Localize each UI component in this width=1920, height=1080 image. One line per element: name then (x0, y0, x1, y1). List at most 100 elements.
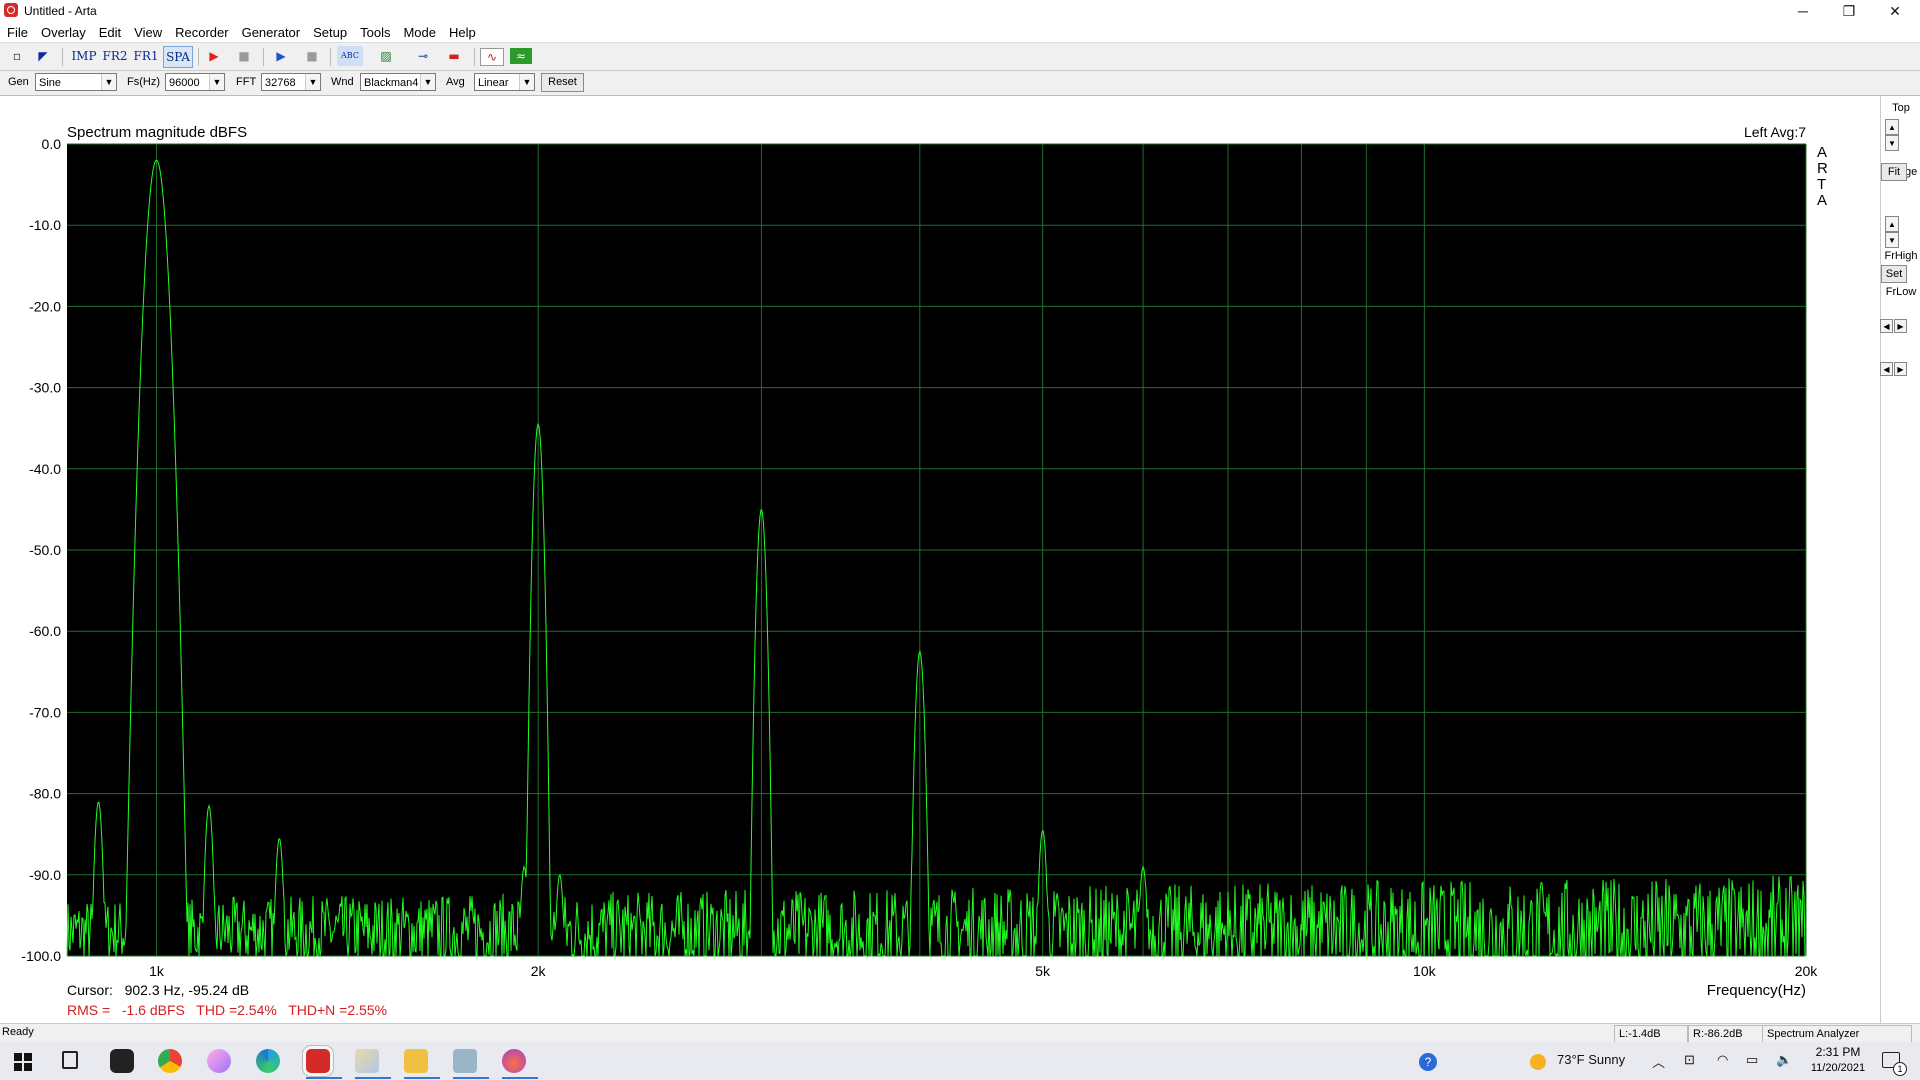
frlow-left-button[interactable]: ◀ (1880, 362, 1893, 376)
right-level: R:-86.2dB (1688, 1025, 1764, 1043)
spa-mode-button[interactable]: SPA (163, 46, 193, 68)
range-up-button[interactable]: ▲ (1885, 216, 1899, 232)
y-tick-label: -70.0 (29, 704, 61, 720)
volume-icon[interactable]: 🔈 (1776, 1052, 1792, 1068)
menu-mode[interactable]: Mode (396, 22, 442, 40)
menu-help[interactable]: Help (442, 22, 482, 40)
fs-select[interactable]: 96000 ▼ (165, 73, 225, 91)
menu-tools[interactable]: Tools (353, 22, 396, 40)
chevron-down-icon: ▼ (209, 74, 224, 90)
avg-label: Avg (446, 76, 465, 88)
chart-title: Spectrum magnitude dBFS (67, 124, 247, 141)
top-label: Top (1892, 102, 1910, 114)
menu-generator[interactable]: Generator (235, 22, 307, 40)
reset-button[interactable]: Reset (541, 73, 584, 92)
stop2-icon[interactable]: ■ (301, 46, 323, 66)
frhigh-label: FrHigh (1884, 250, 1918, 262)
restore-button[interactable]: ❐ (1826, 0, 1872, 22)
chevron-up-icon[interactable]: ︿ (1652, 1052, 1665, 1071)
chrome-icon[interactable] (158, 1049, 182, 1073)
arta-letter-r: R (1817, 160, 1828, 177)
minimize-button[interactable]: ─ (1780, 0, 1826, 22)
range-down-button[interactable]: ▼ (1885, 232, 1899, 248)
chevron-down-icon: ▼ (101, 74, 116, 90)
file-explorer-icon[interactable] (404, 1049, 428, 1073)
toolbar-separator (62, 48, 63, 66)
left-level: L:-1.4dB (1614, 1025, 1688, 1043)
top-up-button[interactable]: ▲ (1885, 119, 1899, 135)
menu-edit[interactable]: Edit (92, 22, 127, 40)
fr1-mode-button[interactable]: FR1 (132, 46, 160, 66)
menu-overlay[interactable]: Overlay (34, 22, 92, 40)
running-app-indicator (453, 1077, 489, 1079)
toolbar-separator (474, 48, 475, 66)
record-icon[interactable]: ▶ (203, 46, 225, 66)
meet-now-icon[interactable]: ⊡ (1684, 1052, 1695, 1068)
status-ready: Ready (2, 1026, 34, 1038)
gen-select[interactable]: Sine ▼ (35, 73, 117, 91)
spectrum-panel: Spectrum magnitude dBFS Left Avg:7 0.0 -1… (0, 96, 1880, 1024)
status-bar: Ready L:-1.4dB R:-86.2dB Spectrum Analyz… (0, 1023, 1920, 1043)
color-app-icon[interactable] (207, 1049, 231, 1073)
arta-taskbar-icon[interactable] (306, 1049, 330, 1073)
frhigh-right-button[interactable]: ▶ (1894, 319, 1907, 333)
battery-icon[interactable]: ▭ (1746, 1052, 1758, 1068)
menu-file[interactable]: File (0, 22, 34, 40)
x-axis-label: Frequency(Hz) (1707, 982, 1806, 999)
frlow-right-button[interactable]: ▶ (1894, 362, 1907, 376)
top-down-button[interactable]: ▼ (1885, 135, 1899, 151)
app-icon-dark[interactable] (110, 1049, 134, 1073)
edge-icon[interactable] (256, 1049, 280, 1073)
wnd-select[interactable]: Blackman4 ▼ (360, 73, 436, 91)
wnd-select-value: Blackman4 (364, 77, 419, 89)
meter-icon[interactable]: ▬ (443, 46, 465, 66)
wifi-icon[interactable]: ◠ (1717, 1052, 1728, 1068)
clock-date[interactable]: 11/20/2021 (1804, 1062, 1872, 1074)
weather-text[interactable]: 73°F Sunny (1557, 1052, 1625, 1067)
frhigh-left-button[interactable]: ◀ (1880, 319, 1893, 333)
y-tick-label: -80.0 (29, 786, 61, 802)
fit-button[interactable]: Fit (1881, 163, 1907, 181)
sun-weather-icon (1530, 1054, 1546, 1070)
imp-mode-button[interactable]: IMP (70, 46, 98, 66)
grid-icon[interactable]: ▨ (375, 46, 397, 66)
arta-logo: A R T A (1817, 144, 1828, 209)
avg-select[interactable]: Linear ▼ (474, 73, 535, 91)
spectrum-chart[interactable]: Spectrum magnitude dBFS Left Avg:7 0.0 -1… (0, 96, 1880, 1024)
cable-icon[interactable]: ⊸ (412, 46, 434, 66)
menu-view[interactable]: View (127, 22, 168, 40)
x-axis-ticks: 1k 2k 5k 10k 20k (149, 963, 1818, 979)
abc-icon[interactable]: ABC (337, 46, 363, 66)
set-button[interactable]: Set (1881, 265, 1907, 283)
windows-start-icon[interactable] (14, 1053, 32, 1071)
windows-taskbar: ? 73°F Sunny ︿ ⊡ ◠ ▭ 🔈 2:31 PM 11/20/202… (0, 1042, 1920, 1080)
stop-icon[interactable]: ■ (233, 46, 255, 66)
x-tick-label: 1k (149, 963, 165, 979)
close-button[interactable]: ✕ (1872, 0, 1918, 22)
menu-setup[interactable]: Setup (306, 22, 353, 40)
fft-select[interactable]: 32768 ▼ (261, 73, 321, 91)
firefox-icon[interactable] (502, 1049, 526, 1073)
spectrum-icon[interactable]: ≈ (510, 48, 532, 64)
gen-select-value: Sine (39, 77, 62, 89)
notification-count-badge: 1 (1893, 1062, 1907, 1076)
y-tick-label: -10.0 (29, 217, 61, 233)
x-tick-label: 2k (531, 963, 547, 979)
y-tick-label: -100.0 (21, 948, 61, 964)
menu-recorder[interactable]: Recorder (168, 22, 234, 40)
open-icon[interactable]: ◤ (32, 46, 54, 66)
x-tick-label: 5k (1035, 963, 1051, 979)
play-icon[interactable]: ▶ (270, 46, 292, 66)
task-view-icon[interactable] (62, 1051, 78, 1069)
arta-letter-a2: A (1817, 192, 1827, 209)
y-tick-label: -20.0 (29, 298, 61, 314)
notepad-icon[interactable] (355, 1049, 379, 1073)
new-icon[interactable]: ▫ (6, 46, 28, 66)
wave-icon[interactable]: ∿ (480, 48, 504, 66)
fr2-mode-button[interactable]: FR2 (101, 46, 129, 66)
clock-time[interactable]: 2:31 PM (1808, 1045, 1868, 1059)
help-icon[interactable]: ? (1419, 1053, 1437, 1071)
options-bar: Gen Sine ▼ Fs(Hz) 96000 ▼ FFT 32768 ▼ Wnd B… (0, 71, 1920, 96)
x-tick-label: 20k (1795, 963, 1819, 979)
photos-icon[interactable] (453, 1049, 477, 1073)
